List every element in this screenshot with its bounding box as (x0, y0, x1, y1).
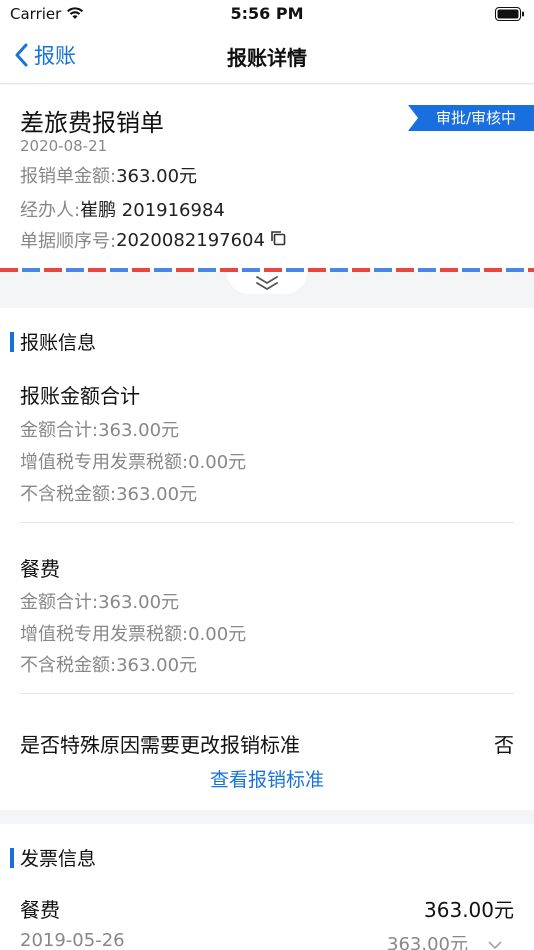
group-title: 餐费 (20, 557, 60, 581)
handler-value: 崔鹏 201916984 (80, 200, 225, 221)
handler-row: 经办人:崔鹏 201916984 (20, 196, 225, 222)
special-reason-question: 是否特殊原因需要更改报销标准 (20, 733, 300, 757)
group-total: 金额合计:363.00元 (20, 420, 180, 441)
group-excl-tax: 不含税金额:363.00元 (20, 655, 198, 676)
reimbursement-section: 报账信息 报账金额合计 金额合计:363.00元 增值税专用发票税额:0.00元… (0, 308, 534, 810)
battery-icon (495, 7, 525, 26)
group-title: 报账金额合计 (20, 384, 140, 408)
expand-area (0, 272, 534, 308)
double-chevron-down-icon (256, 276, 278, 291)
amount-value: 363.00元 (116, 166, 198, 187)
invoice-section: 发票信息 餐费 363.00元 2019-05-26 363.00元 (0, 824, 534, 950)
section-title: 报账信息 (10, 328, 96, 355)
amount-label: 报销单金额: (20, 166, 117, 187)
handler-label: 经办人: (20, 200, 81, 221)
status-bar: Carrier 5:56 PM (0, 0, 534, 30)
status-badge: 审批/审核中 (408, 105, 534, 131)
invoice-item-date: 2019-05-26 (20, 930, 125, 950)
amount-row: 报销单金额:363.00元 (20, 162, 197, 188)
status-time: 5:56 PM (230, 4, 304, 23)
serial-value: 2020082197604 (116, 229, 265, 251)
form-date: 2020-08-21 (20, 137, 108, 155)
divider (20, 522, 514, 523)
view-standard-link[interactable]: 查看报销标准 (0, 765, 534, 792)
serial-row: 单据顺序号: 2020082197604 (20, 227, 287, 253)
invoice-item-amount: 363.00元 (424, 898, 514, 922)
group-excl-tax: 不含税金额:363.00元 (20, 484, 198, 505)
invoice-item-name: 餐费 (20, 898, 60, 922)
group-total: 金额合计:363.00元 (20, 592, 180, 613)
section-title: 发票信息 (10, 844, 96, 871)
serial-label: 单据顺序号: (20, 231, 117, 252)
page-title: 报账详情 (227, 46, 307, 70)
group-tax: 增值税专用发票税额:0.00元 (20, 452, 247, 473)
expand-toggle[interactable] (227, 272, 307, 294)
nav-bar: 报账 报账详情 (0, 30, 534, 84)
chevron-down-icon[interactable] (488, 935, 502, 950)
group-tax: 增值税专用发票税额:0.00元 (20, 624, 247, 645)
divider (20, 693, 514, 694)
summary-card: 差旅费报销单 审批/审核中 2020-08-21 报销单金额:363.00元 经… (0, 85, 534, 275)
form-title: 差旅费报销单 (20, 109, 164, 137)
copy-icon[interactable] (269, 229, 287, 252)
invoice-item-amount-sub: 363.00元 (387, 934, 468, 950)
special-reason-answer: 否 (494, 733, 514, 757)
